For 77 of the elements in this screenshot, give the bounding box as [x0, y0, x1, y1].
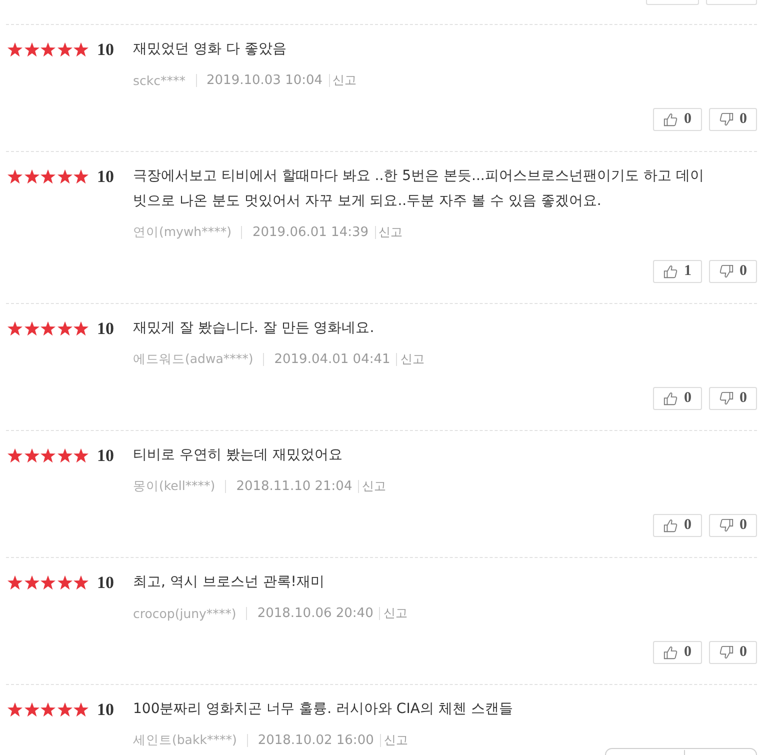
thumbs-down-icon — [718, 391, 734, 406]
rating-score: 10 — [97, 40, 114, 60]
star-icon — [40, 42, 56, 57]
star-icon — [24, 448, 40, 463]
review-date: 2018.10.02 16:00 — [258, 732, 374, 748]
reviewer-nickname: 몽이(kell****) — [133, 478, 216, 494]
review-date: 2019.06.01 14:39 — [252, 224, 369, 240]
star-icon — [40, 575, 56, 590]
star-icon — [56, 321, 72, 336]
star-icon — [73, 702, 89, 717]
star-icon — [73, 448, 89, 463]
review-comment: 최고, 역시 브로스넌 관록!재미 — [133, 573, 326, 592]
dislike-button[interactable]: 0 — [708, 387, 757, 410]
like-button[interactable] — [646, 0, 699, 5]
star-icon — [24, 702, 40, 717]
like-button[interactable]: 1 — [653, 260, 702, 283]
like-button[interactable]: 0 — [653, 514, 702, 537]
reviewer-nickname: crocop(juny****) — [133, 606, 236, 620]
star-icon — [56, 448, 72, 463]
thumbs-up-icon — [663, 645, 678, 660]
thumbs-up-icon — [663, 112, 678, 127]
star-icon — [73, 575, 89, 590]
thumbs-down-icon — [718, 645, 734, 660]
rating-score: 10 — [97, 700, 114, 720]
reviewer-nickname: 에드워드(adwa****) — [133, 350, 254, 368]
dislike-button[interactable]: 0 — [708, 108, 757, 131]
star-icon — [56, 169, 72, 184]
review-comment: 100분짜리 영화치곤 너무 훌륭. 러시아와 CIA의 체첸 스캔들 — [133, 700, 514, 719]
dislike-button[interactable]: 0 — [708, 514, 757, 537]
star-icon — [56, 42, 72, 57]
rating-score: 10 — [97, 572, 114, 592]
star-icon — [73, 169, 89, 184]
thumbs-down-icon — [718, 112, 734, 127]
dislike-button[interactable]: 0 — [708, 641, 757, 664]
button-group[interactable] — [605, 748, 757, 755]
thumbs-down-icon — [718, 518, 734, 533]
star-icon — [24, 575, 40, 590]
review-comment: 극장에서보고 티비에서 할때마다 봐요 ..한 5번은 본듯...피어스브로스넌팬이기도 하고 데이빗으로 나온 분도 멋있어서 자꾸 보게 되요..두분 자주 볼 수 있음 좋겠어요. — [133, 167, 705, 211]
star-icon — [7, 575, 23, 590]
star-icon — [40, 321, 56, 336]
review-comment: 재밌게 잘 봤습니다. 잘 만든 영화네요. — [133, 319, 376, 338]
reviewer-nickname: 연이(mywh****) — [133, 224, 232, 240]
reviewer-nickname: 세인트(bakk****) — [133, 732, 237, 748]
star-icon — [40, 169, 56, 184]
star-icon — [24, 169, 40, 184]
star-icon — [56, 702, 72, 717]
thumbs-up-icon — [663, 518, 678, 533]
review-date: 2019.04.01 04:41 — [274, 352, 390, 366]
thumbs-up-icon — [663, 264, 678, 279]
thumbs-down-icon — [718, 264, 734, 279]
rating-score: 10 — [97, 318, 114, 338]
star-icon — [40, 448, 56, 463]
reviewer-nickname: sckc**** — [133, 72, 186, 88]
rating-score: 10 — [97, 446, 114, 466]
star-icon — [56, 575, 72, 590]
dislike-button[interactable] — [706, 0, 757, 5]
star-icon — [7, 321, 23, 336]
review-comment: 재밌었던 영화 다 좋았음 — [133, 40, 288, 59]
star-icon — [73, 42, 89, 57]
star-icon — [24, 321, 40, 336]
star-icon — [7, 448, 23, 463]
dislike-button[interactable]: 0 — [708, 260, 757, 283]
review-date: 2018.10.06 20:40 — [257, 606, 374, 620]
star-icon — [73, 321, 89, 336]
like-button[interactable]: 0 — [653, 108, 702, 131]
rating-score: 10 — [97, 166, 114, 186]
star-icon — [40, 702, 56, 717]
thumbs-up-icon — [663, 391, 678, 406]
review-date: 2018.11.10 21:04 — [236, 478, 352, 494]
like-button[interactable]: 0 — [653, 387, 702, 410]
star-icon — [7, 169, 23, 184]
like-button[interactable]: 0 — [653, 641, 702, 664]
star-icon — [24, 42, 40, 57]
star-icon — [7, 702, 23, 717]
star-icon — [7, 42, 23, 57]
review-date: 2019.10.03 10:04 — [206, 72, 323, 88]
review-comment: 티비로 우연히 봤는데 재밌었어요 — [133, 446, 344, 465]
